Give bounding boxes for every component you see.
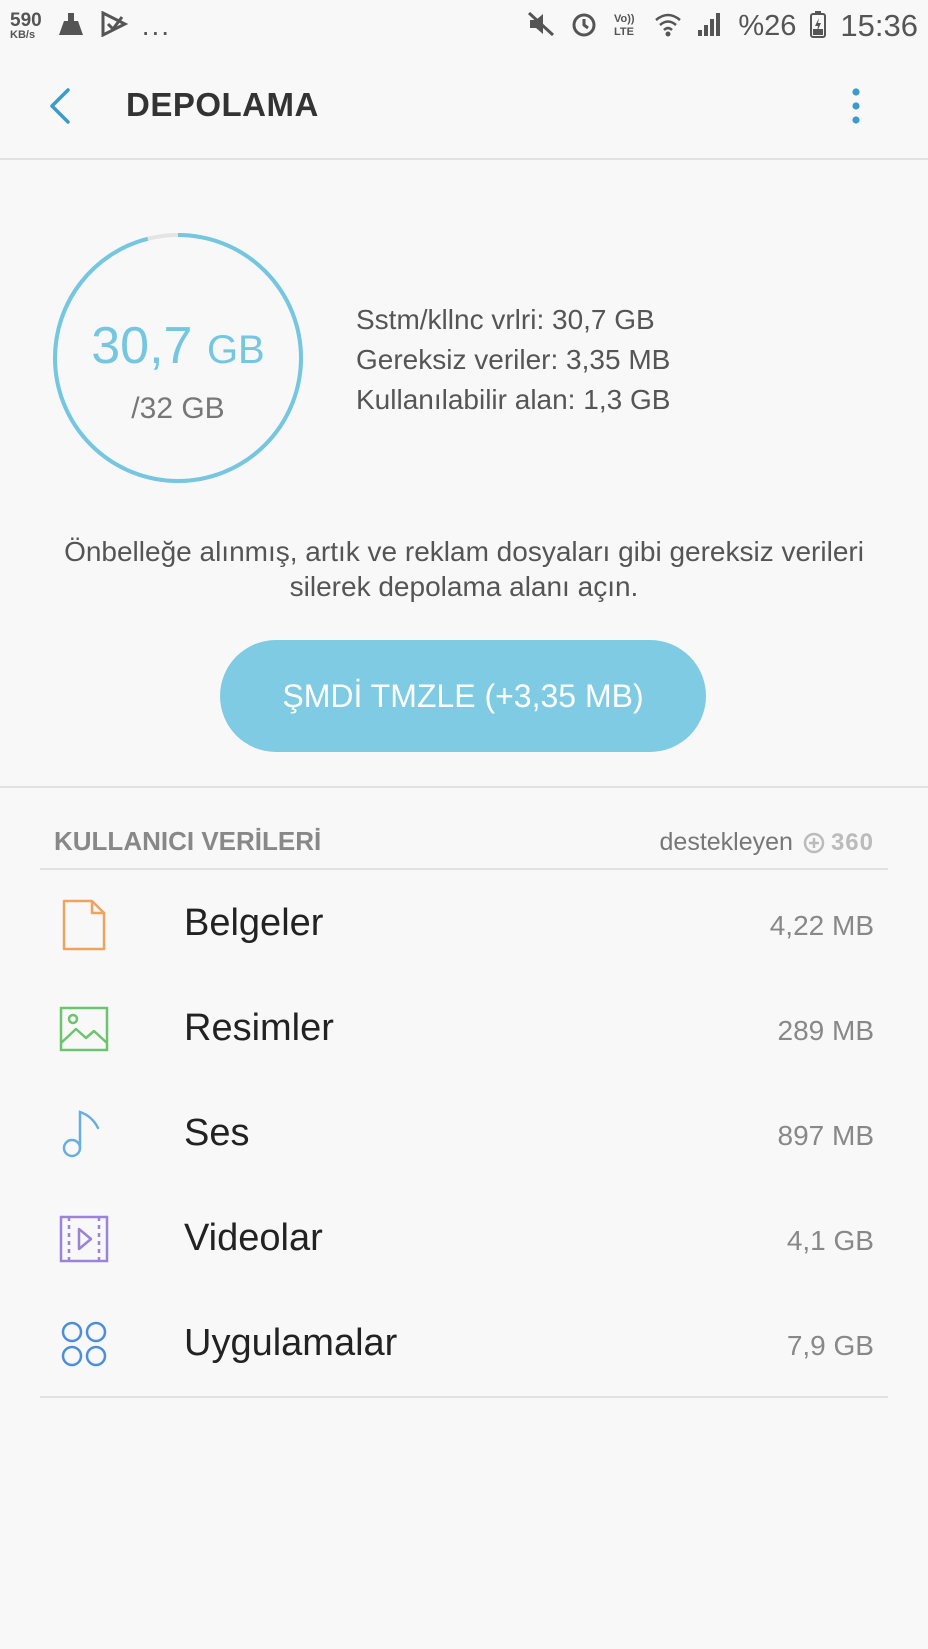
- svg-text:Vo)): Vo)): [614, 13, 635, 25]
- apps-icon: [58, 1318, 112, 1372]
- list-bottom-divider: [40, 1396, 888, 1398]
- back-button[interactable]: [40, 84, 80, 128]
- network-speed: 590 KB/s: [10, 11, 42, 41]
- list-item-label: Resimler: [184, 1007, 334, 1049]
- image-icon: [58, 1003, 112, 1057]
- used-storage-value: 30,7: [91, 317, 193, 375]
- more-vert-icon: [852, 88, 860, 124]
- list-item-images[interactable]: Resimler 289 MB: [0, 977, 928, 1082]
- clock: 15:36: [840, 8, 918, 43]
- list-item-size: 7,9 GB: [786, 1330, 874, 1361]
- list-item-size: 289 MB: [777, 1015, 875, 1046]
- music-note-icon: [58, 1108, 112, 1162]
- play-store-icon: [100, 10, 129, 42]
- clean-now-button[interactable]: ŞMDİ TMZLE (+3,35 MB): [220, 640, 706, 752]
- network-speed-value: 590: [10, 10, 42, 31]
- plus-circle-icon: [803, 832, 825, 853]
- svg-text:LTE: LTE: [614, 26, 634, 38]
- list-item-label: Ses: [184, 1112, 250, 1154]
- status-bar-left: 590 KB/s ...: [10, 10, 171, 42]
- list-item-label: Uygulamalar: [184, 1322, 398, 1364]
- stat-available-space: Kullanılabilir alan: 1,3 GB: [356, 384, 671, 415]
- stat-junk-data: Gereksiz veriler: 3,35 MB: [356, 344, 671, 375]
- section-divider: [0, 786, 928, 788]
- brand-360-text: 360: [830, 828, 874, 856]
- app-bar: DEPOLAMA: [0, 52, 928, 160]
- battery-icon: [810, 10, 827, 43]
- list-item-size: 4,1 GB: [786, 1225, 874, 1256]
- header-divider: [40, 868, 888, 870]
- storage-ring: 30,7 GB /32 GB: [52, 232, 304, 484]
- alarm-icon: [570, 10, 598, 43]
- cleanup-description: Önbelleğe alınmış, artık ve reklam dosya…: [64, 536, 864, 602]
- user-data-header: KULLANICI VERİLERİ: [54, 826, 322, 856]
- signal-icon: [696, 10, 724, 43]
- list-item-apps[interactable]: Uygulamalar 7,9 GB: [0, 1292, 928, 1397]
- page-title: DEPOLAMA: [126, 86, 319, 123]
- total-storage: /32 GB: [131, 392, 225, 425]
- used-storage: 30,7 GB: [52, 320, 304, 372]
- status-bar-right: Vo)) LTE %26 15:36: [526, 8, 918, 44]
- list-item-size: 897 MB: [777, 1120, 875, 1151]
- list-item-videos[interactable]: Videolar 4,1 GB: [0, 1187, 928, 1292]
- back-arrow-icon: [50, 88, 70, 124]
- wifi-icon: [654, 10, 682, 43]
- status-bar: 590 KB/s ... Vo)) LTE %26 15:36: [0, 0, 928, 52]
- battery-percent: %26: [738, 9, 797, 42]
- network-speed-unit: KB/s: [10, 29, 36, 41]
- list-item-size: 4,22 MB: [769, 910, 874, 941]
- list-item-label: Videolar: [184, 1217, 323, 1259]
- more-options-button[interactable]: [840, 84, 872, 128]
- powered-by-label: destekleyen: [659, 828, 793, 856]
- document-icon: [58, 898, 112, 952]
- list-item-label: Belgeler: [184, 902, 324, 944]
- stat-system-user-data: Sstm/kllnc vrlri: 30,7 GB: [356, 304, 655, 335]
- brand-360-logo: 360: [803, 829, 874, 857]
- list-item-documents[interactable]: Belgeler 4,22 MB: [0, 872, 928, 977]
- used-storage-unit: GB: [206, 328, 265, 372]
- video-icon: [58, 1213, 112, 1267]
- cleaner-icon: [56, 11, 86, 42]
- more-notifications: ...: [141, 10, 172, 41]
- volte-icon: Vo)) LTE: [612, 10, 640, 43]
- list-item-audio[interactable]: Ses 897 MB: [0, 1082, 928, 1187]
- user-data-list: Belgeler 4,22 MB Resimler 289 MB Ses 897…: [0, 872, 928, 1397]
- powered-by: destekleyen 360: [660, 828, 874, 857]
- mute-icon: [526, 10, 556, 43]
- storage-stats: Sstm/kllnc vrlri: 30,7 GB Gereksiz veril…: [356, 300, 670, 420]
